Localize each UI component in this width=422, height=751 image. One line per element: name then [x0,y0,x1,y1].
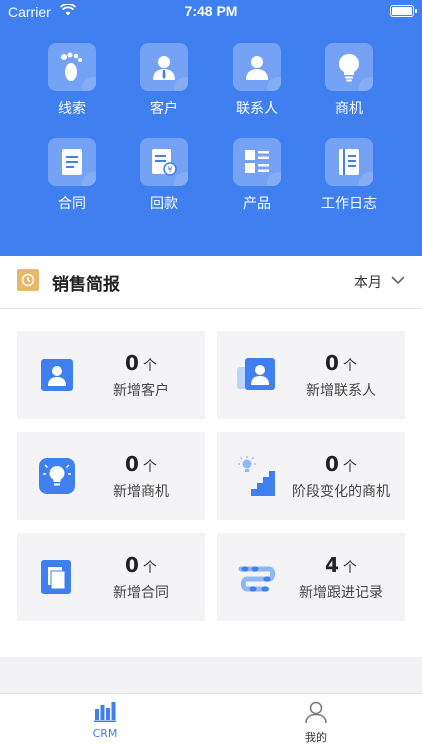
tab-mine[interactable]: 我的 [266,700,366,745]
bottom-tab-bar: CRM 我的 [0,693,422,751]
contact-card-icon [237,355,277,395]
tab-crm[interactable]: CRM [55,700,155,740]
status-bar: Carrier 7:48 PM [0,0,422,24]
menu-item-products[interactable]: 产品 [222,138,292,213]
stat-value: 0个 [325,452,357,476]
stat-label: 阶段变化的商机 [292,484,390,500]
clock-time: 7:48 PM [184,3,238,19]
battery-icon [390,5,417,17]
stat-value: 0个 [125,553,157,577]
product-icon [233,138,281,186]
stat-card-new-followups[interactable]: 4个 新增跟进记录 [217,533,405,621]
opportunity-icon [37,456,77,496]
stat-card-stage-changed-opportunities[interactable]: 0个 阶段变化的商机 [217,432,405,520]
tab-label: 我的 [305,731,327,744]
menu-item-label: 工作日志 [321,196,377,212]
chevron-down-icon[interactable] [390,272,406,292]
stat-value: 0个 [125,351,157,375]
stat-value: 0个 [125,452,157,476]
stat-card-new-customers[interactable]: 0个 新增客户 [17,331,205,419]
payment-icon: ¥ [140,138,188,186]
menu-item-label: 合同 [58,196,86,212]
stat-label: 新增商机 [113,484,169,500]
worklog-icon [325,138,373,186]
svg-text:¥: ¥ [167,165,172,174]
stage-stairs-icon [237,456,277,496]
menu-item-label: 商机 [335,101,363,117]
customer-icon [140,43,188,91]
menu-item-contracts[interactable]: 合同 [37,138,107,213]
menu-item-contacts[interactable]: 联系人 [222,43,292,118]
stat-card-new-opportunities[interactable]: 0个 新增商机 [17,432,205,520]
header-banner: Carrier 7:48 PM 线索 客户 联系人 商机 合同 ¥ 回款 产品 … [0,0,422,256]
menu-item-label: 产品 [243,196,271,212]
period-selector[interactable]: 本月 [354,272,382,292]
stat-value: 4个 [325,553,357,577]
report-title: 销售简报 [52,275,120,295]
menu-item-leads[interactable]: 线索 [37,43,107,118]
menu-item-payments[interactable]: ¥ 回款 [129,138,199,213]
stat-label: 新增联系人 [306,383,376,399]
bar-chart-icon [93,702,117,725]
stat-card-new-contacts[interactable]: 0个 新增联系人 [217,331,405,419]
lightbulb-icon [325,43,373,91]
menu-item-worklog[interactable]: 工作日志 [314,138,384,213]
customer-card-icon [37,355,77,395]
menu-item-opportunities[interactable]: 商机 [314,43,384,118]
followup-footprint-icon [237,557,277,597]
stat-label: 新增跟进记录 [299,585,383,601]
stats-panel: 0个 新增客户 0个 新增联系人 0个 新增商机 0个 阶段变化的商机 0个 新… [0,309,422,657]
menu-item-label: 回款 [150,196,178,212]
footprint-icon [48,43,96,91]
stat-card-new-contracts[interactable]: 0个 新增合同 [17,533,205,621]
tab-label: CRM [92,727,118,740]
menu-item-label: 客户 [150,101,178,117]
contact-icon [233,43,281,91]
sales-report-header: 销售简报 本月 [0,256,422,309]
menu-item-label: 联系人 [236,101,278,117]
menu-item-label: 线索 [58,101,86,117]
contract-card-icon [37,557,77,597]
user-icon [304,701,328,727]
stat-label: 新增客户 [113,383,169,399]
contract-icon [48,138,96,186]
clock-icon [17,269,39,291]
menu-item-customers[interactable]: 客户 [129,43,199,118]
stat-label: 新增合同 [113,585,169,601]
stat-value: 0个 [325,351,357,375]
